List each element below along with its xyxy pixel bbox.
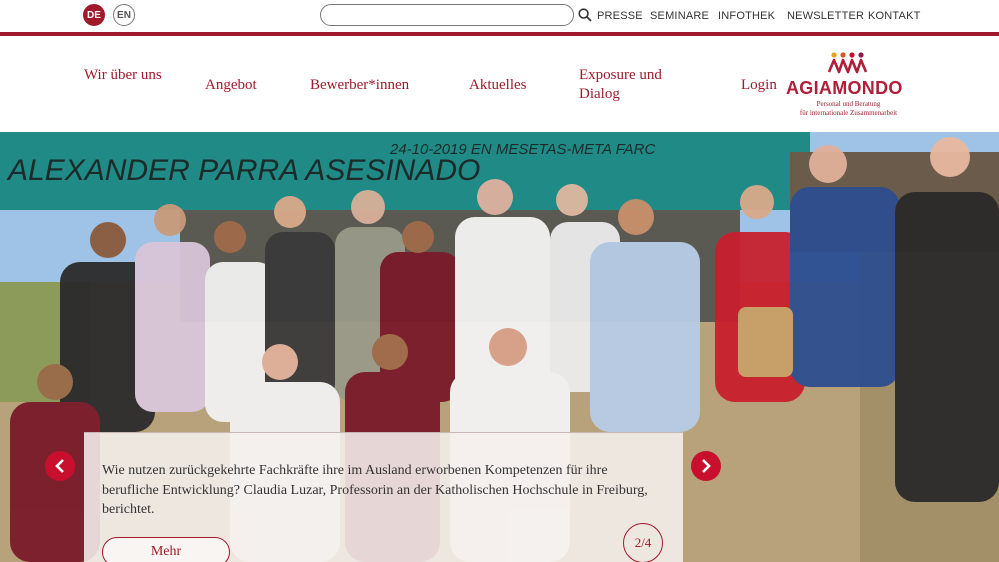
logo-wordmark: AGIAMONDO	[786, 78, 903, 98]
login-link[interactable]: Login	[741, 76, 777, 95]
search-input[interactable]	[320, 4, 574, 26]
top-link-infothek[interactable]: INFOTHEK	[718, 10, 775, 22]
top-link-seminare[interactable]: SEMINARE	[650, 10, 709, 22]
logo-tagline-line2: für internationale Zusammenarbeit	[799, 109, 898, 117]
language-de-button[interactable]: DE	[83, 4, 105, 26]
nav-item-angebot[interactable]: Angebot	[205, 76, 257, 95]
slide-caption-box: Wie nutzen zurückgekehrte Fachkräfte ihr…	[84, 432, 683, 562]
top-link-newsletter[interactable]: NEWSLETTER	[787, 10, 864, 22]
slider-next-button[interactable]	[691, 451, 721, 481]
top-link-kontakt[interactable]: KONTAKT	[868, 10, 921, 22]
slide-pager-indicator: 2/4	[623, 523, 663, 562]
logo-tagline-line1: Personal und Beratung	[816, 100, 881, 108]
top-link-presse[interactable]: PRESSE	[597, 10, 643, 22]
agiamondo-logo[interactable]: AGIAMONDO Personal und Beratung für inte…	[786, 52, 911, 120]
banner-text-date: 24-10-2019 EN MESETAS-META FARC	[389, 141, 656, 158]
nav-item-exposure-und-dialog[interactable]: Exposure und Dialog	[579, 66, 689, 104]
nav-item-aktuelles[interactable]: Aktuelles	[469, 76, 527, 95]
chevron-right-icon	[702, 459, 711, 473]
nav-item-wir-ueber-uns[interactable]: Wir über uns	[84, 66, 164, 85]
language-en-button[interactable]: EN	[113, 4, 135, 26]
more-button[interactable]: Mehr	[102, 537, 230, 562]
search-icon[interactable]	[578, 8, 592, 22]
hero-slider: ALEXANDER PARRA ASESINADO 24-10-2019 EN …	[0, 132, 999, 562]
slider-prev-button[interactable]	[45, 451, 75, 481]
nav-item-bewerberinnen[interactable]: Bewerber*innen	[310, 76, 409, 95]
logo-figures-icon	[828, 52, 868, 74]
banner-text-name: ALEXANDER PARRA ASESINADO	[6, 154, 480, 187]
slide-caption-text: Wie nutzen zurückgekehrte Fachkräfte ihr…	[102, 463, 648, 517]
top-utility-bar: DE EN PRESSE SEMINARE INFOTHEK NEWSLETTE…	[0, 0, 999, 32]
chevron-left-icon	[55, 459, 64, 473]
